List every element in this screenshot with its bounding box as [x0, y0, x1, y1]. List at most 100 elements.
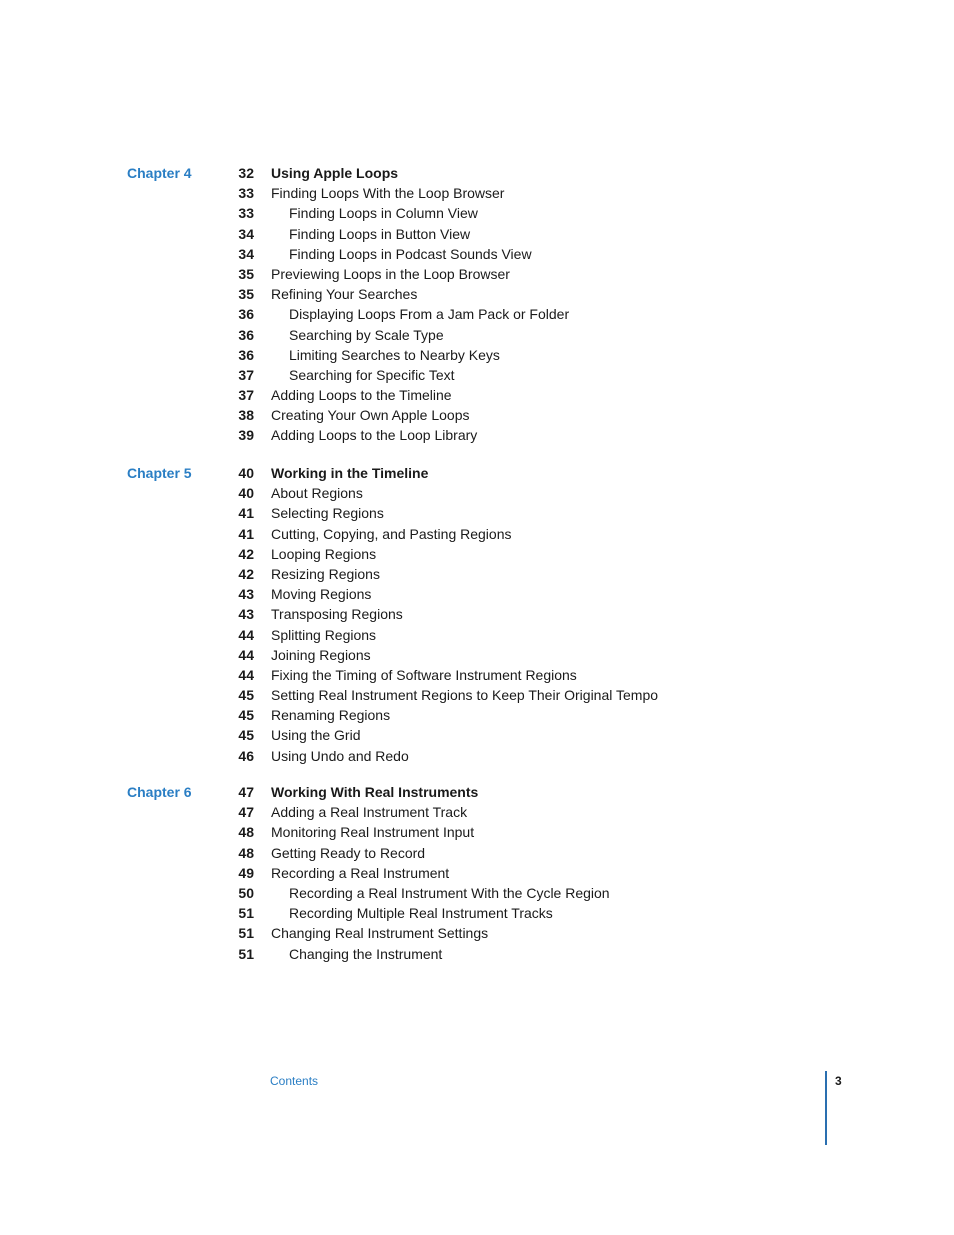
toc-entry-page: 48 — [238, 844, 254, 861]
toc-entry-page: 51 — [238, 905, 254, 922]
toc-entry-title[interactable]: Renaming Regions — [271, 705, 390, 725]
toc-entry-title[interactable]: About Regions — [271, 483, 363, 503]
toc-entry-page: 49 — [238, 864, 254, 881]
toc-entry[interactable]: 51 Changing Real Instrument Settings — [0, 923, 954, 943]
toc-entry-title[interactable]: Moving Regions — [271, 584, 371, 604]
toc-entries: 47 Working With Real Instruments 47 Adding … — [0, 782, 954, 964]
toc-entry-title[interactable]: Working With Real Instruments — [271, 782, 478, 802]
toc-entry[interactable]: 36 Searching by Scale Type — [0, 325, 954, 345]
toc-entry-page: 46 — [238, 747, 254, 764]
toc-entry-page: 42 — [238, 545, 254, 562]
toc-entry-page: 32 — [238, 165, 254, 181]
toc-entry-title[interactable]: Finding Loops in Button View — [289, 224, 470, 244]
toc-entry-page: 45 — [238, 687, 254, 704]
toc-entry-title[interactable]: Recording Multiple Real Instrument Track… — [289, 903, 553, 923]
toc-entry[interactable]: 47 Working With Real Instruments — [0, 782, 954, 802]
toc-entry-page: 38 — [238, 407, 254, 424]
toc-entry[interactable]: 35 Refining Your Searches — [0, 284, 954, 304]
toc-entry-title[interactable]: Adding a Real Instrument Track — [271, 802, 467, 822]
toc-entry-title[interactable]: Setting Real Instrument Regions to Keep … — [271, 685, 658, 705]
toc-entry-title[interactable]: Searching by Scale Type — [289, 325, 444, 345]
toc-entry-page: 47 — [238, 804, 254, 821]
toc-entry-title[interactable]: Getting Ready to Record — [271, 843, 425, 863]
toc-entry[interactable]: 34 Finding Loops in Podcast Sounds View — [0, 244, 954, 264]
toc-entry-page: 45 — [238, 727, 254, 744]
toc-entry[interactable]: 45 Setting Real Instrument Regions to Kee… — [0, 685, 954, 705]
toc-entry-title[interactable]: Displaying Loops From a Jam Pack or Fold… — [289, 304, 569, 324]
toc-entry-page: 43 — [238, 586, 254, 603]
toc-entry-title[interactable]: Cutting, Copying, and Pasting Regions — [271, 524, 511, 544]
toc-entry[interactable]: 46 Using Undo and Redo — [0, 746, 954, 766]
toc-entry-page: 37 — [238, 366, 254, 383]
toc-entry-page: 44 — [238, 646, 254, 663]
toc-entry[interactable]: 36 Limiting Searches to Nearby Keys — [0, 345, 954, 365]
toc-entry-title[interactable]: Using Apple Loops — [271, 163, 398, 183]
toc-entry[interactable]: 43 Moving Regions — [0, 584, 954, 604]
toc-entry-title[interactable]: Searching for Specific Text — [289, 365, 455, 385]
toc-entry-page: 34 — [238, 225, 254, 242]
toc-entry[interactable]: 49 Recording a Real Instrument — [0, 863, 954, 883]
toc-entry[interactable]: 37 Adding Loops to the Timeline — [0, 385, 954, 405]
toc-entry[interactable]: 38 Creating Your Own Apple Loops — [0, 405, 954, 425]
toc-entry-title[interactable]: Finding Loops With the Loop Browser — [271, 183, 504, 203]
toc-entry-title[interactable]: Finding Loops in Podcast Sounds View — [289, 244, 532, 264]
toc-entry[interactable]: 36 Displaying Loops From a Jam Pack or Fo… — [0, 304, 954, 324]
toc-entry[interactable]: 37 Searching for Specific Text — [0, 365, 954, 385]
footer-section-label[interactable]: Contents — [270, 1073, 318, 1089]
toc-entry[interactable]: 35 Previewing Loops in the Loop Browser — [0, 264, 954, 284]
toc-entry-title[interactable]: Resizing Regions — [271, 564, 380, 584]
toc-entry-title[interactable]: Creating Your Own Apple Loops — [271, 405, 469, 425]
toc-entry-title[interactable]: Splitting Regions — [271, 625, 376, 645]
toc-entry-title[interactable]: Joining Regions — [271, 645, 371, 665]
toc-entry-title[interactable]: Fixing the Timing of Software Instrument… — [271, 665, 577, 685]
toc-entry-page: 41 — [238, 505, 254, 522]
toc-entry[interactable]: 47 Adding a Real Instrument Track — [0, 802, 954, 822]
toc-entry-title[interactable]: Recording a Real Instrument — [271, 863, 449, 883]
toc-entry-title[interactable]: Limiting Searches to Nearby Keys — [289, 345, 500, 365]
toc-entry[interactable]: 34 Finding Loops in Button View — [0, 224, 954, 244]
toc-entry-page: 40 — [238, 485, 254, 502]
toc-entry-title[interactable]: Finding Loops in Column View — [289, 203, 478, 223]
toc-entry[interactable]: 40 Working in the Timeline — [0, 463, 954, 483]
toc-entry[interactable]: 41 Selecting Regions — [0, 503, 954, 523]
toc-entry-title[interactable]: Looping Regions — [271, 544, 376, 564]
toc-entry-page: 34 — [238, 245, 254, 262]
toc-entry[interactable]: 41 Cutting, Copying, and Pasting Regions — [0, 524, 954, 544]
toc-entry-title[interactable]: Refining Your Searches — [271, 284, 417, 304]
toc-entry-title[interactable]: Recording a Real Instrument With the Cyc… — [289, 883, 610, 903]
toc-entry-title[interactable]: Selecting Regions — [271, 503, 384, 523]
toc-entry-title[interactable]: Using the Grid — [271, 725, 360, 745]
toc-entry[interactable]: 44 Joining Regions — [0, 645, 954, 665]
toc-entry-title[interactable]: Adding Loops to the Loop Library — [271, 425, 477, 445]
toc-entry[interactable]: 51 Recording Multiple Real Instrument Tra… — [0, 903, 954, 923]
toc-entry[interactable]: 48 Getting Ready to Record — [0, 843, 954, 863]
toc-entry-page: 39 — [238, 427, 254, 444]
toc-entry[interactable]: 51 Changing the Instrument — [0, 944, 954, 964]
toc-entry[interactable]: 40 About Regions — [0, 483, 954, 503]
toc-entry[interactable]: 32 Using Apple Loops — [0, 163, 954, 183]
toc-entry-title[interactable]: Previewing Loops in the Loop Browser — [271, 264, 510, 284]
toc-entry-title[interactable]: Working in the Timeline — [271, 463, 428, 483]
toc-entry-page: 42 — [238, 565, 254, 582]
toc-entry[interactable]: 44 Splitting Regions — [0, 625, 954, 645]
toc-entry-title[interactable]: Changing the Instrument — [289, 944, 442, 964]
toc-entry[interactable]: 42 Looping Regions — [0, 544, 954, 564]
toc-entry-title[interactable]: Using Undo and Redo — [271, 746, 409, 766]
toc-entry-page: 48 — [238, 824, 254, 841]
toc-entry[interactable]: 33 Finding Loops With the Loop Browser — [0, 183, 954, 203]
toc-entry[interactable]: 33 Finding Loops in Column View — [0, 203, 954, 223]
toc-entry[interactable]: 50 Recording a Real Instrument With the C… — [0, 883, 954, 903]
toc-entry-title[interactable]: Changing Real Instrument Settings — [271, 923, 488, 943]
toc-entry[interactable]: 44 Fixing the Timing of Software Instrume… — [0, 665, 954, 685]
toc-entry[interactable]: 42 Resizing Regions — [0, 564, 954, 584]
footer-divider — [825, 1071, 827, 1145]
toc-entry[interactable]: 48 Monitoring Real Instrument Input — [0, 822, 954, 842]
toc-entry[interactable]: 45 Using the Grid — [0, 725, 954, 745]
toc-entry-title[interactable]: Transposing Regions — [271, 604, 403, 624]
toc-entry-title[interactable]: Adding Loops to the Timeline — [271, 385, 452, 405]
toc-entry[interactable]: 43 Transposing Regions — [0, 604, 954, 624]
toc-entry[interactable]: 45 Renaming Regions — [0, 705, 954, 725]
toc-entry-title[interactable]: Monitoring Real Instrument Input — [271, 822, 474, 842]
toc-entry-page: 37 — [238, 387, 254, 404]
toc-entry[interactable]: 39 Adding Loops to the Loop Library — [0, 425, 954, 445]
